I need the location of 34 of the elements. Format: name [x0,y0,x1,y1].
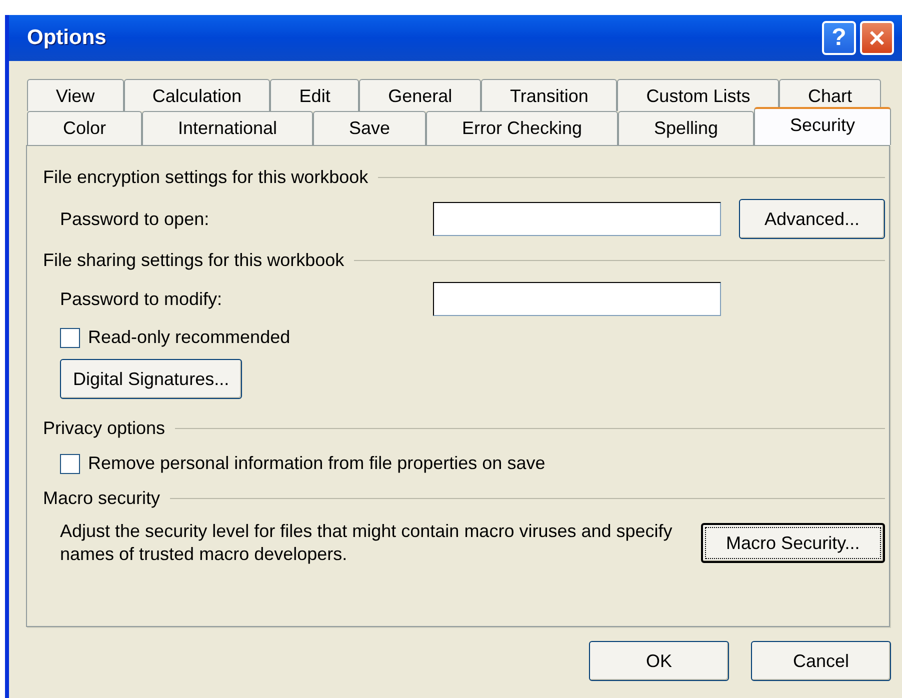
tab[interactable]: General [359,79,482,111]
help-button[interactable]: ? [822,21,856,55]
button[interactable]: Digital Signatures... [60,359,242,399]
tab[interactable]: Custom Lists [617,79,780,111]
button[interactable]: Advanced... [739,199,885,239]
checkbox-label: Read-only recommended [88,326,290,349]
tab[interactable]: Edit [270,79,360,111]
checkbox[interactable] [60,454,80,474]
tab[interactable]: Security [754,107,891,145]
button[interactable]: Macro Security... [700,523,885,564]
password-field[interactable] [433,202,721,236]
close-icon [868,29,886,47]
field-label: Password to open: [60,208,210,231]
description-text: Adjust the security level for files that might contain macro viruses and specify names of trusted macro developers. [60,520,674,566]
tab[interactable]: Error Checking [426,111,618,145]
tab[interactable]: View [27,79,124,111]
field-label: Password to modify: [60,288,222,311]
tab[interactable]: International [142,111,313,145]
close-button[interactable] [860,21,894,55]
tab[interactable]: Save [313,111,426,145]
checkbox[interactable] [60,328,80,348]
tab[interactable]: Color [27,111,142,145]
group-heading: File sharing settings for this workbook [43,249,344,272]
window-title: Options [27,25,106,52]
password-field[interactable] [433,282,721,316]
button[interactable]: OK [589,641,729,681]
tab[interactable]: Calculation [124,79,270,111]
tab[interactable]: Transition [481,79,618,111]
tab[interactable]: Spelling [618,111,754,145]
group-heading: Macro security [43,487,160,510]
group-heading: File encryption settings for this workbook [43,166,368,189]
group-heading: Privacy options [43,417,166,440]
button[interactable]: Cancel [751,641,891,681]
checkbox-label: Remove personal information from file properties on save [88,452,546,475]
